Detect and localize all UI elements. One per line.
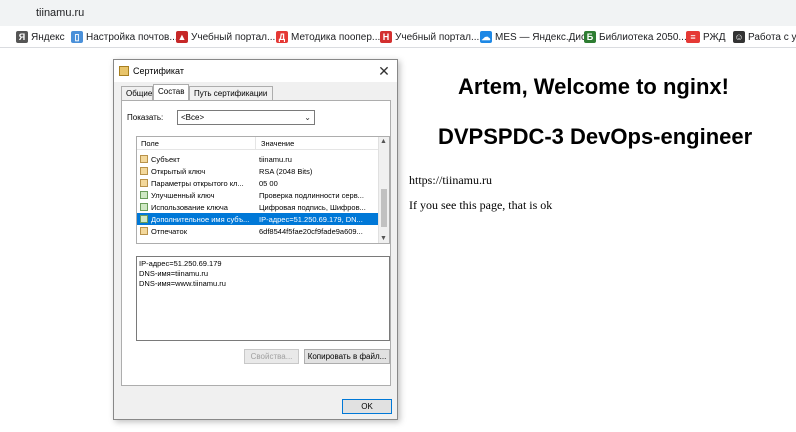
url-text[interactable]: tiinamu.ru [36,7,84,19]
document-icon: Д [276,31,288,43]
list-item[interactable]: Открытый ключ RSA (2048 Bits) [137,165,379,177]
page-subheading: DVPSPDC-3 DevOps-engineer [438,124,753,149]
tab-general[interactable]: Общие [121,86,153,101]
fields-header: Поле Значение [137,137,379,150]
yandex-icon: Я [16,31,28,43]
show-dropdown-value: <Все> [181,113,205,122]
field-icon [140,167,148,175]
list-item[interactable]: Улучшенный ключ Проверка подлинности сер… [137,189,379,201]
field-value: RSA (2048 Bits) [259,167,313,176]
list-item[interactable]: Использование ключа Цифровая подпись, Ши… [137,201,379,213]
field-icon [140,179,148,187]
field-value: Проверка подлинности серв... [259,191,364,200]
library-icon: Б [584,31,596,43]
list-item[interactable]: Отпечаток 6df8544f5fae20cf9fade9a609... [137,225,379,237]
details-line: DNS-имя=tiinamu.ru [139,269,209,278]
book-icon: ▯ [71,31,83,43]
copy-to-file-button[interactable]: Копировать в файл... [304,349,390,364]
chevron-up-icon[interactable]: ▲ [380,138,387,145]
robot-icon: ☺ [733,31,745,43]
bookmark-study-portal-1[interactable]: ▲ Учебный портал... [176,30,275,44]
field-value: tiinamu.ru [259,155,292,164]
bookmark-rzd[interactable]: ≡ РЖД [686,30,726,44]
tab-details[interactable]: Состав [153,84,189,101]
bookmark-mail-settings[interactable]: ▯ Настройка почтов... [71,30,178,44]
column-field[interactable]: Поле [141,139,159,148]
field-value: Цифровая подпись, Шифров... [259,203,366,212]
cloud-icon: ☁ [480,31,492,43]
bookmark-yandex[interactable]: Я Яндекс [16,30,65,44]
field-name: Субъект [151,155,180,164]
show-dropdown[interactable]: <Все> ⌄ [177,110,315,125]
field-details-box[interactable]: IP-адрес=51.250.69.179 DNS-имя=tiinamu.r… [136,256,390,341]
certificate-dialog: Сертификат ✕ Общие Состав Путь сертифика… [113,59,398,420]
field-icon [140,155,148,163]
list-item[interactable]: Субъект tiinamu.ru [137,153,379,165]
bookmarks-bar: Я Яндекс ▯ Настройка почтов... ▲ Учебный… [0,26,796,48]
fields-rows: Субъект tiinamu.ru Открытый ключ RSA (20… [137,153,379,237]
properties-button[interactable]: Свойства... [244,349,299,364]
field-value: IP-адрес=51.250.69.179, DN... [259,215,363,224]
bookmark-work[interactable]: ☺ Работа с у [733,30,796,44]
bookmark-mes-disk[interactable]: ☁ MES — Яндекс.Диск [480,30,590,44]
field-name: Отпечаток [151,227,187,236]
page-message: If you see this page, that is ok [409,198,553,212]
tab-cert-path[interactable]: Путь сертификации [189,86,273,101]
bookmark-methodology[interactable]: Д Методика пооп​ер... [276,30,380,44]
graduation-cap-icon: ▲ [176,31,188,43]
field-icon [140,227,148,235]
details-panel: Показать: <Все> ⌄ Поле Значение Субъект … [121,100,391,386]
column-separator [255,137,256,150]
page-url-text: https://tiinamu.ru [409,173,492,187]
hh-icon: Н [380,31,392,43]
bookmark-study-portal-2[interactable]: Н Учебный портал... [380,30,479,44]
rzd-icon: ≡ [686,31,700,43]
chevron-down-icon[interactable]: ▼ [380,235,387,242]
field-name: Параметры открытого кл... [151,179,244,188]
list-item-selected[interactable]: Дополнительное имя субъ... IP-адрес=51.2… [137,213,379,225]
field-name: Улучшенный ключ [151,191,215,200]
bookmark-library[interactable]: Б Библиотека 2050... [584,30,687,44]
field-name: Дополнительное имя субъ... [151,215,250,224]
extension-icon [140,203,148,211]
field-name: Открытый ключ [151,167,206,176]
close-icon[interactable]: ✕ [375,62,393,80]
extension-icon [140,191,148,199]
details-line: IP-адрес=51.250.69.179 [139,259,222,268]
field-name: Использование ключа [151,203,228,212]
fields-scrollbar[interactable]: ▲ ▼ [378,137,389,243]
page-heading: Artem, Welcome to nginx! [458,74,729,99]
dialog-titlebar[interactable]: Сертификат ✕ [114,60,397,82]
field-value: 05 00 [259,179,278,188]
address-bar: tiinamu.ru [0,0,796,26]
url-field[interactable]: tiinamu.ru [6,3,790,23]
details-line: DNS-имя=www.tiinamu.ru [139,279,226,288]
list-item[interactable]: Параметры открытого кл... 05 00 [137,177,379,189]
extension-icon [140,215,148,223]
fields-list[interactable]: Поле Значение Субъект tiinamu.ru Открыты… [136,136,390,244]
scrollbar-thumb[interactable] [381,189,387,227]
show-label: Показать: [127,113,164,122]
column-value[interactable]: Значение [261,139,294,148]
field-value: 6df8544f5fae20cf9fade9a609... [259,227,363,236]
dialog-title: Сертификат [133,66,184,76]
chevron-down-icon: ⌄ [304,113,311,122]
certificate-icon [119,66,129,76]
ok-button[interactable]: OK [342,399,392,414]
